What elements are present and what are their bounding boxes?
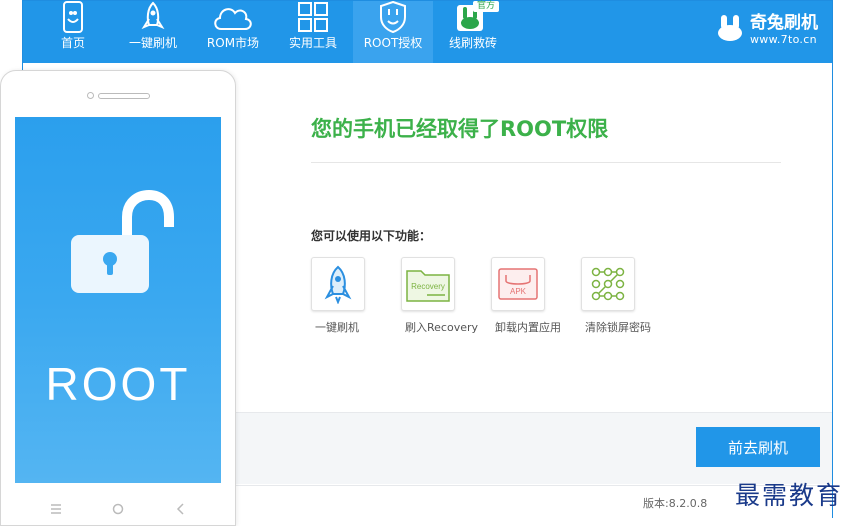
rocket-icon <box>131 1 175 33</box>
official-badge: 官方 <box>473 1 499 12</box>
nav-label: 一键刷机 <box>128 36 177 50</box>
feature-list: 一键刷机 Recovery 刷入Recovery APK 卸载内置应用 清除锁屏… <box>311 257 671 335</box>
feature-label: 卸载内置应用 <box>495 321 561 334</box>
nav-item-one-click-flash[interactable]: 一键刷机 <box>113 1 193 63</box>
back-icon <box>170 499 190 519</box>
brand-url: www.7to.cn <box>750 33 817 46</box>
top-navigation-bar: 首页 一键刷机 ROM市场 实用工具 ROOT授权 官方 线刷救砖 奇兔刷机 w… <box>23 1 832 63</box>
nav-label: 线刷救砖 <box>448 36 497 50</box>
nav-label: 首页 <box>60 36 85 50</box>
phone-rabbit-icon <box>51 1 95 33</box>
phone-illustration: ROOT <box>0 70 236 526</box>
nav-label: ROM市场 <box>206 36 260 50</box>
phone-nav-buttons <box>1 499 237 519</box>
divider <box>311 162 781 163</box>
brand-logo: 奇兔刷机 www.7to.cn <box>716 13 818 46</box>
nav-item-utilities[interactable]: 实用工具 <box>273 1 353 63</box>
apk-icon-text: APK <box>510 287 527 296</box>
page-title: 您的手机已经取得了ROOT权限 <box>311 117 609 141</box>
nav-item-rom-market[interactable]: ROM市场 <box>193 1 273 63</box>
nav-item-line-flash-rescue[interactable]: 官方 线刷救砖 <box>433 1 513 63</box>
home-circle-icon <box>108 499 128 519</box>
folder-icon: Recovery <box>401 257 455 311</box>
phone-screen: ROOT <box>15 117 221 483</box>
feature-label: 刷入Recovery <box>405 321 479 334</box>
go-flash-button[interactable]: 前去刷机 <box>696 427 820 467</box>
nav-item-home[interactable]: 首页 <box>33 1 113 63</box>
shield-icon <box>371 1 415 33</box>
nav-label: 实用工具 <box>288 36 337 50</box>
folder-icon-text: Recovery <box>411 282 445 291</box>
rabbit-logo-icon <box>716 14 744 46</box>
rocket-icon <box>311 257 365 311</box>
feature-one-click-flash[interactable]: 一键刷机 <box>311 257 401 335</box>
pattern-lock-icon <box>581 257 635 311</box>
apk-box-icon: APK <box>491 257 545 311</box>
feature-label: 一键刷机 <box>315 321 359 334</box>
nav-item-root-authorization[interactable]: ROOT授权 <box>353 1 433 63</box>
brand-name: 奇兔刷机 <box>750 13 818 33</box>
version-text: 版本:8.2.0.8 <box>643 497 708 510</box>
feature-clear-lock-password[interactable]: 清除锁屏密码 <box>581 257 671 335</box>
feature-uninstall-builtin-apps[interactable]: APK 卸载内置应用 <box>491 257 581 335</box>
phone-camera <box>87 92 94 99</box>
phone-root-text: ROOT <box>45 358 191 410</box>
phone-speaker <box>98 93 150 99</box>
feature-label: 清除锁屏密码 <box>585 321 651 334</box>
grid-icon <box>291 1 335 33</box>
cloud-icon <box>211 1 255 33</box>
main-nav: 首页 一键刷机 ROM市场 实用工具 ROOT授权 官方 线刷救砖 <box>33 1 513 63</box>
unlocked-padlock-icon <box>71 189 174 293</box>
watermark-text: 最需教育 <box>735 481 844 510</box>
nav-label: ROOT授权 <box>363 36 423 50</box>
menu-icon <box>46 499 66 519</box>
feature-flash-recovery[interactable]: Recovery 刷入Recovery <box>401 257 491 335</box>
features-heading: 您可以使用以下功能： <box>311 229 432 243</box>
